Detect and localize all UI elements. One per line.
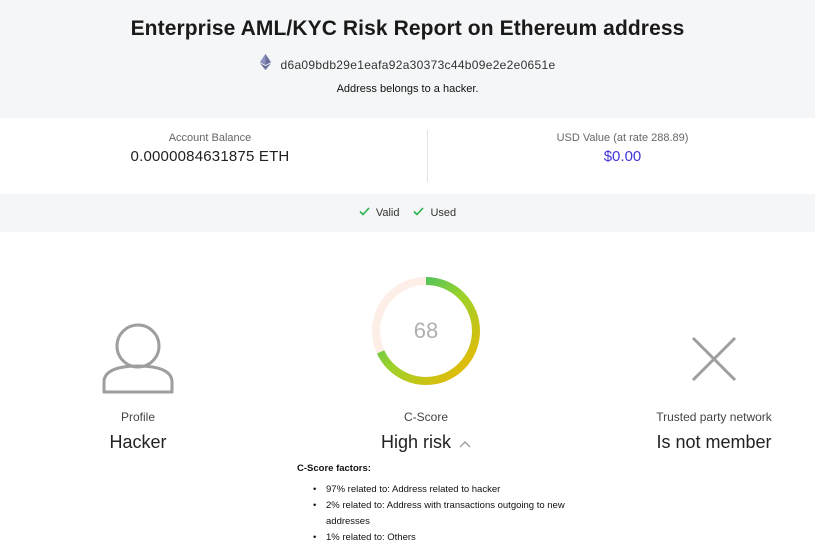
status-valid: Valid (359, 207, 400, 219)
status-used-label: Used (430, 207, 457, 219)
close-icon (689, 334, 739, 389)
cscore-factors: C-Score factors: 97% related to: Address… (297, 463, 577, 546)
address-row: d6a09bdb29e1eafa92a30373c44b09e2e2e0651e (0, 54, 815, 75)
user-icon (101, 322, 175, 399)
check-icon (413, 207, 425, 219)
ethereum-icon (259, 54, 271, 75)
account-balance: Account Balance 0.0000084631875 ETH (0, 118, 420, 165)
cscore-number: 68 (413, 318, 439, 343)
usd-value-amount: $0.00 (603, 148, 642, 165)
cscore-factors-title: C-Score factors: (297, 463, 371, 474)
profile-label: Profile (120, 410, 155, 424)
status-bar: Valid Used (0, 194, 815, 232)
profile-value: Hacker (109, 432, 167, 452)
chevron-up-icon[interactable] (459, 432, 471, 453)
usd-value: USD Value (at rate 288.89) $0.00 (430, 118, 815, 165)
balance-section: Account Balance 0.0000084631875 ETH USD … (0, 118, 815, 194)
cscore-factors-list: 97% related to: Address related to hacke… (297, 482, 577, 546)
trusted-network-value: Is not member (656, 432, 772, 452)
address-note: Address belongs to a hacker. (336, 83, 479, 95)
status-used: Used (413, 207, 456, 219)
cscore-risk-text: High risk (380, 432, 451, 452)
list-item: 97% related to: Address related to hacke… (313, 482, 577, 498)
divider (427, 130, 428, 182)
check-icon (359, 207, 370, 219)
account-balance-label: Account Balance (168, 132, 252, 144)
status-valid-label: Valid (375, 207, 400, 219)
account-balance-value: 0.0000084631875 ETH (130, 148, 290, 165)
cscore-label: C-Score (403, 410, 448, 424)
report-header: Enterprise AML/KYC Risk Report on Ethere… (0, 0, 815, 118)
cscore-value[interactable]: High risk (326, 432, 526, 453)
ethereum-address[interactable]: d6a09bdb29e1eafa92a30373c44b09e2e2e0651e (281, 58, 556, 72)
trusted-network-label: Trusted party network (656, 410, 772, 424)
list-item: 2% related to: Address with transactions… (313, 498, 577, 530)
list-item: 1% related to: Others (313, 530, 577, 546)
page-title: Enterprise AML/KYC Risk Report on Ethere… (130, 17, 685, 40)
usd-value-label: USD Value (at rate 288.89) (556, 132, 689, 144)
